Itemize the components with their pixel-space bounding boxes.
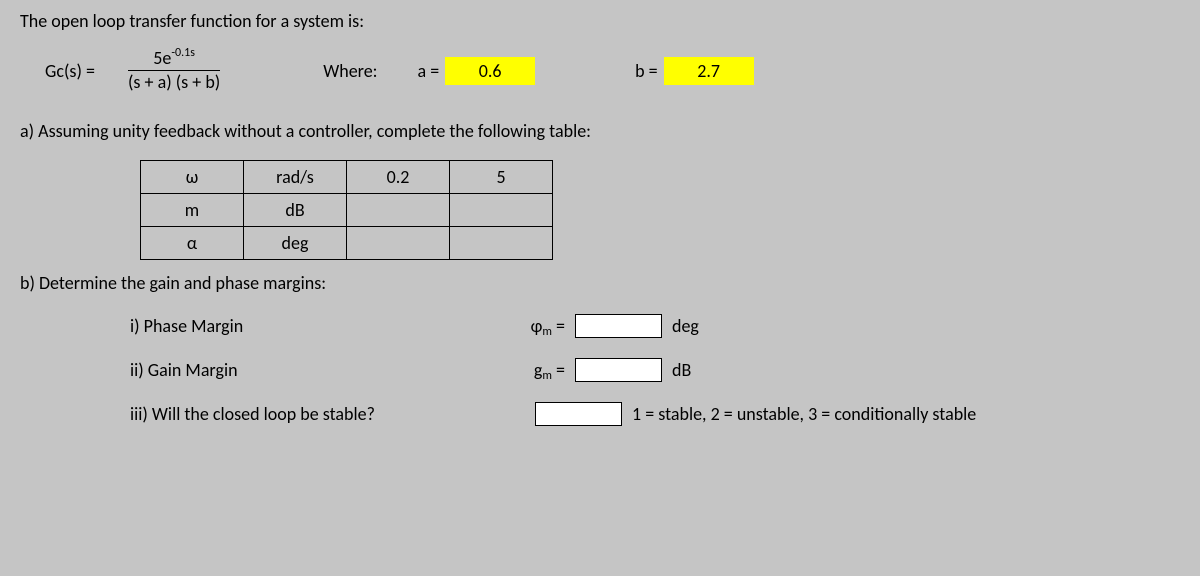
data-table: ω rad/s 0.2 5 m dB α deg	[140, 160, 553, 260]
pm-input[interactable]	[575, 314, 662, 338]
stability-label: iii) Will the closed loop be stable?	[130, 403, 470, 425]
stability-hint: 1 = stable, 2 = unstable, 3 = conditiona…	[632, 403, 976, 425]
cell-alpha-v1[interactable]	[347, 226, 450, 259]
cell-omega-label: ω	[141, 160, 244, 193]
transfer-function-row: Gc(s) = 5e-0.1s (s + a) (s + b) Where: a…	[20, 47, 1180, 95]
part-a-text: a) Assuming unity feedback without a con…	[20, 120, 1180, 142]
stability-input[interactable]	[535, 402, 622, 426]
pm-unit: deg	[672, 315, 699, 337]
gm-subscript: m	[542, 369, 552, 383]
table-row: m dB	[141, 193, 553, 226]
cell-m-v2[interactable]	[450, 193, 553, 226]
part-b-text: b) Determine the gain and phase margins:	[20, 272, 1180, 294]
gm-unit: dB	[672, 359, 691, 381]
gm-label: ii) Gain Margin	[130, 359, 510, 381]
b-value: 2.7	[664, 57, 754, 85]
fraction: 5e-0.1s (s + a) (s + b)	[103, 47, 245, 95]
pm-equals: =	[556, 315, 565, 337]
b-label: b =	[635, 60, 658, 82]
table-row: α deg	[141, 226, 553, 259]
cell-omega-v1: 0.2	[347, 160, 450, 193]
cell-alpha-label: α	[141, 226, 244, 259]
cell-m-unit: dB	[244, 193, 347, 226]
gain-margin-row: ii) Gain Margin gm = dB	[130, 358, 1180, 382]
a-label: a =	[418, 60, 440, 82]
gcs-lhs: Gc(s) =	[45, 60, 95, 82]
stability-row: iii) Will the closed loop be stable? 1 =…	[130, 402, 1180, 426]
denominator: (s + a) (s + b)	[103, 71, 245, 94]
where-label: Where:	[323, 60, 377, 82]
gm-input[interactable]	[575, 358, 662, 382]
numerator-exp: -0.1s	[171, 46, 195, 60]
intro-text: The open loop transfer function for a sy…	[20, 10, 1180, 32]
pm-symbol: ɸ	[531, 315, 543, 337]
numerator-base: 5e	[153, 47, 171, 69]
a-value: 0.6	[445, 57, 535, 85]
phase-margin-row: i) Phase Margin ɸm = deg	[130, 314, 1180, 338]
cell-omega-unit: rad/s	[244, 160, 347, 193]
cell-m-v1[interactable]	[347, 193, 450, 226]
pm-label: i) Phase Margin	[130, 315, 510, 337]
gm-equals: =	[556, 359, 565, 381]
cell-omega-v2: 5	[450, 160, 553, 193]
cell-alpha-v2[interactable]	[450, 226, 553, 259]
pm-subscript: m	[542, 325, 552, 339]
cell-alpha-unit: deg	[244, 226, 347, 259]
table-row: ω rad/s 0.2 5	[141, 160, 553, 193]
cell-m-label: m	[141, 193, 244, 226]
